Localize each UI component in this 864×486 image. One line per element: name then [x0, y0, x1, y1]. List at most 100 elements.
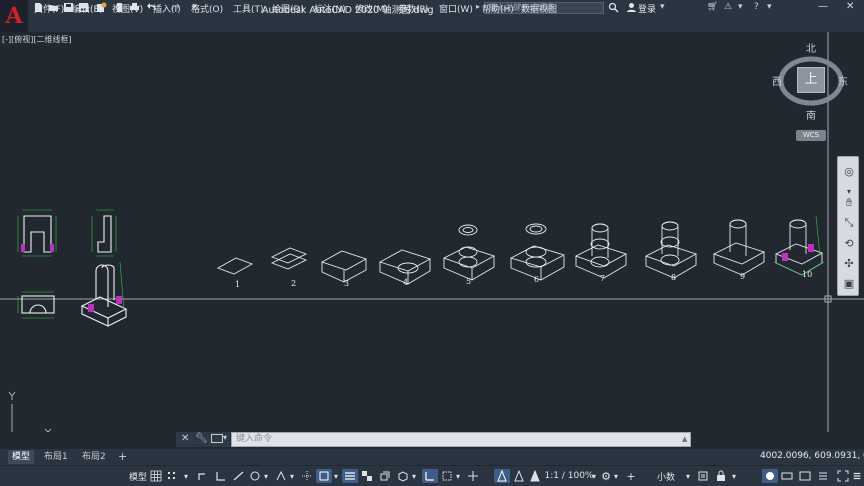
annotation-monitor-icon[interactable]: + [624, 469, 638, 483]
object-snap-tracking-icon[interactable] [300, 469, 314, 483]
grid-icon[interactable] [150, 469, 162, 483]
isodraft-dropdown-icon[interactable]: ▾ [288, 469, 296, 483]
menu-help[interactable]: 帮助(H) [482, 2, 514, 15]
front-view [17, 209, 57, 257]
selection-cycling-icon[interactable] [378, 469, 392, 483]
menu-data-view[interactable]: 数据视图 [521, 2, 557, 15]
auto-scale-icon[interactable] [512, 469, 526, 483]
selection-filter-dropdown-icon[interactable]: ▾ [454, 469, 462, 483]
viewcube-north[interactable]: 北 [806, 40, 816, 55]
menu-tools[interactable]: 工具(T) [233, 2, 264, 15]
close-command-line-icon[interactable]: ✕ [181, 433, 189, 444]
step-label: 10 [802, 270, 813, 279]
menu-insert[interactable]: 插入(I) [153, 2, 181, 15]
selection-filter-icon[interactable] [440, 469, 454, 483]
viewport-controls-label[interactable]: [-][俯视][二维线框] [2, 34, 72, 45]
orbit-icon[interactable]: ⟲ [841, 235, 857, 251]
application-menu-button[interactable]: A [0, 0, 28, 32]
customization-icon[interactable] [816, 469, 830, 483]
snap-dropdown-icon[interactable]: ▾ [182, 469, 190, 483]
tab-model[interactable]: 模型 [8, 450, 35, 464]
orbit-dropdown-icon[interactable]: ✣ [841, 255, 857, 271]
recent-commands-icon[interactable] [211, 434, 223, 443]
units-select[interactable]: 小数 [646, 469, 686, 483]
viewcube-top-face[interactable]: 上 [797, 67, 825, 93]
close-icon[interactable]: ✕ [846, 1, 854, 12]
user-icon[interactable] [626, 2, 637, 13]
pan-icon[interactable]: ✋︎ [841, 195, 857, 211]
wcs-menu[interactable]: WCS [796, 130, 826, 141]
ucs-icon [8, 391, 52, 432]
viewcube-east[interactable]: 东 [838, 73, 848, 88]
menu-window[interactable]: 窗口(W) [439, 2, 473, 15]
zoom-extents-icon[interactable]: ⤡ [841, 215, 857, 231]
menu-dimension[interactable]: 标注(N) [314, 2, 346, 15]
add-layout-icon[interactable]: + [114, 450, 131, 464]
login-dropdown-icon[interactable]: ▾ [660, 2, 665, 12]
snap-icon[interactable] [166, 469, 178, 483]
units-dropdown-icon[interactable]: ▾ [684, 469, 692, 483]
help-dropdown-icon[interactable]: ▾ [767, 2, 772, 12]
step-9-shape [712, 219, 766, 276]
object-snap-icon[interactable] [316, 469, 332, 483]
tab-layout1[interactable]: 布局1 [40, 450, 72, 464]
quick-properties-icon[interactable] [696, 469, 710, 483]
workspace-dropdown-icon[interactable]: ▾ [612, 469, 620, 483]
customize-icon[interactable]: 🔧︎ [195, 433, 208, 444]
dynamic-input-icon[interactable] [214, 469, 228, 483]
3d-osnap-icon[interactable] [396, 469, 410, 483]
coordinate-readout[interactable]: 4002.0096, 609.0931, 0.0000 [760, 451, 864, 461]
infer-constraints-icon[interactable] [196, 469, 210, 483]
menu-draw[interactable]: 绘图(D) [272, 2, 304, 15]
recent-commands-dropdown-icon[interactable]: ▾ [223, 433, 227, 442]
viewcube-west[interactable]: 西 [772, 73, 782, 88]
command-line-controls: ✕ 🔧︎ ▾ [176, 432, 230, 447]
clean-screen-icon[interactable] [798, 469, 812, 483]
step-label: 8 [671, 273, 677, 282]
scale-dropdown-icon[interactable]: ▾ [590, 469, 598, 483]
gizmo-icon[interactable] [466, 469, 480, 483]
command-history-toggle-icon[interactable]: ▲ [682, 435, 687, 443]
isodraft-icon[interactable] [274, 469, 288, 483]
model-space-button[interactable]: 模型 [128, 469, 148, 483]
viewcube-south[interactable]: 南 [806, 107, 816, 122]
help-icon[interactable]: ? [754, 2, 759, 12]
lineweight-icon[interactable] [342, 469, 358, 483]
cart-icon[interactable]: 🛒︎ [707, 2, 718, 12]
dynamic-ucs-icon[interactable] [422, 469, 438, 483]
drawing-canvas[interactable] [0, 32, 864, 432]
exchange-dropdown-icon[interactable]: ▾ [738, 2, 743, 12]
status-bar-menu-icon[interactable] [852, 469, 862, 483]
workspace-gear-icon[interactable]: ⚙︎ [600, 469, 612, 483]
menu-parametric[interactable]: 参数(P) [398, 2, 428, 15]
transparency-icon[interactable] [360, 469, 374, 483]
lock-ui-dropdown-icon[interactable]: ▾ [730, 469, 738, 483]
menu-modify[interactable]: 修改(M) [355, 2, 388, 15]
login-link[interactable]: 登录 [638, 2, 656, 15]
ortho-icon[interactable] [232, 469, 246, 483]
search-icon[interactable] [608, 2, 619, 13]
menu-format[interactable]: 格式(O) [191, 2, 223, 15]
polar-dropdown-icon[interactable]: ▾ [262, 469, 270, 483]
3d-osnap-dropdown-icon[interactable]: ▾ [410, 469, 418, 483]
polar-tracking-icon[interactable] [248, 469, 262, 483]
menu-file[interactable]: 文件(F) [34, 2, 64, 15]
lock-ui-icon[interactable] [714, 469, 728, 483]
isolate-objects-icon[interactable] [762, 469, 778, 483]
annotation-scale-select[interactable]: 1:1 / 100% [544, 469, 594, 483]
menu-view[interactable]: 视图(V) [112, 2, 143, 15]
showmotion-icon[interactable]: ▣ [841, 275, 857, 291]
annotation-visibility-icon[interactable] [494, 469, 510, 483]
search-expand-icon[interactable]: ▸ [476, 2, 480, 11]
steering-wheel-icon[interactable]: ◎ [841, 163, 857, 179]
exchange-icon[interactable]: ⚠︎ [724, 2, 732, 12]
menu-edit[interactable]: 编辑(E) [72, 2, 103, 15]
minimize-icon[interactable]: — [818, 1, 828, 12]
hardware-acceleration-icon[interactable] [780, 469, 794, 483]
fullscreen-icon[interactable] [836, 469, 850, 483]
object-snap-dropdown-icon[interactable]: ▾ [332, 469, 340, 483]
tab-layout2[interactable]: 布局2 [78, 450, 110, 464]
command-input[interactable]: 键入命令 [231, 432, 691, 447]
annotation-scale-icon[interactable] [528, 469, 542, 483]
step-5-shape [442, 224, 496, 281]
